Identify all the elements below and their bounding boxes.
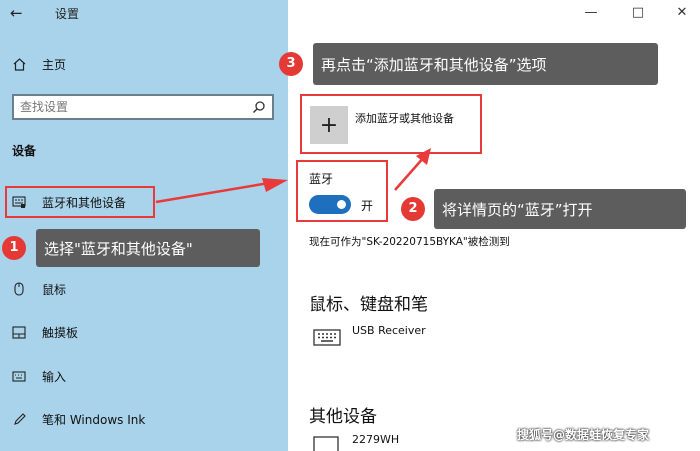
highlight-frame-add-device <box>300 94 482 154</box>
other-devices-heading: 其他设备 <box>309 407 377 427</box>
device-2279wh[interactable]: 2279WH <box>352 433 399 446</box>
watermark: 搜狐号@数据蛙恢复专家 <box>517 428 650 442</box>
callout-step-1-text: 选择"蓝牙和其他设备" <box>44 239 193 258</box>
title-bar: ← 设置 <box>0 0 288 28</box>
touchpad-icon <box>12 325 26 339</box>
callout-step-3: 再点击“添加蓝牙和其他设备”选项 <box>313 43 658 85</box>
sidebar-item-touchpad[interactable]: 触摸板 <box>0 318 288 346</box>
keyboard-device-icon <box>313 328 341 348</box>
sidebar-item-label: 笔和 Windows Ink <box>42 412 146 427</box>
monitor-device-icon <box>313 436 341 451</box>
nav-home-label: 主页 <box>42 57 67 72</box>
sidebar-item-label: 鼠标 <box>42 282 67 297</box>
section-title-devices: 设备 <box>12 144 37 158</box>
callout-step-1: 选择"蓝牙和其他设备" <box>36 229 260 267</box>
close-icon[interactable]: ✕ <box>673 4 691 22</box>
search-icon[interactable] <box>252 100 266 114</box>
callout-step-3-text: 再点击“添加蓝牙和其他设备”选项 <box>321 55 547 74</box>
back-arrow-icon[interactable]: ← <box>10 4 28 22</box>
sidebar-item-typing[interactable]: 输入 <box>0 362 288 390</box>
callout-step-2: 将详情页的“蓝牙”打开 <box>434 189 686 229</box>
maximize-icon[interactable]: □ <box>629 4 647 22</box>
keyboard-icon <box>12 369 26 383</box>
callout-step-2-text: 将详情页的“蓝牙”打开 <box>442 200 593 219</box>
home-icon <box>12 57 26 71</box>
discoverable-text: 现在可作为"SK-20220715BYKA"被检测到 <box>309 236 510 248</box>
mouse-keyboard-pen-heading: 鼠标、键盘和笔 <box>309 295 428 315</box>
search-box[interactable] <box>12 94 274 120</box>
nav-home[interactable]: 主页 <box>0 50 288 78</box>
step-badge-1: 1 <box>2 236 26 260</box>
highlight-frame-bluetooth-toggle <box>296 160 388 222</box>
search-input[interactable] <box>20 96 240 118</box>
step-badge-2: 2 <box>401 197 425 221</box>
mouse-icon <box>12 282 26 296</box>
highlight-frame-bluetooth-nav <box>5 186 155 218</box>
settings-sidebar: ← 设置 主页 设备 蓝牙和其他设备 鼠标 触摸板 <box>0 0 288 451</box>
window-title: 设置 <box>55 7 80 21</box>
minimize-icon[interactable]: — <box>582 4 600 22</box>
sidebar-item-pen[interactable]: 笔和 Windows Ink <box>0 405 288 433</box>
pen-icon <box>12 412 26 426</box>
device-usb-receiver[interactable]: USB Receiver <box>352 324 426 337</box>
sidebar-item-mouse[interactable]: 鼠标 <box>0 275 288 303</box>
sidebar-item-label: 输入 <box>42 369 67 384</box>
sidebar-item-label: 触摸板 <box>42 325 79 340</box>
step-badge-3: 3 <box>279 52 303 76</box>
